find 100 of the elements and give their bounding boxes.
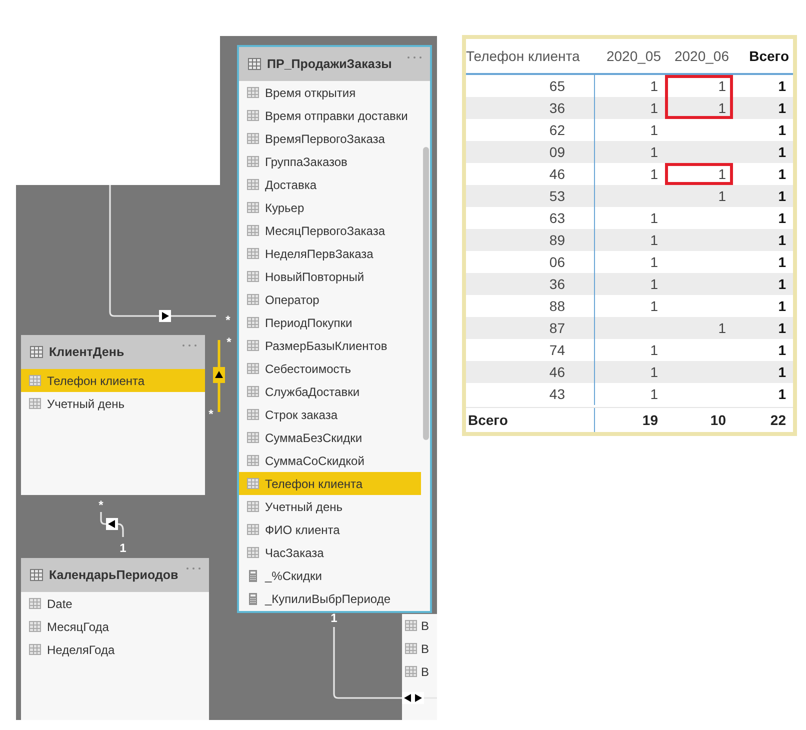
field-row[interactable]: Доставка [239, 173, 421, 196]
table-cell-text: 1 [649, 165, 659, 184]
total-label: Всего [466, 408, 595, 432]
more-options-icon[interactable] [186, 567, 201, 570]
table-icon [248, 58, 261, 70]
table-name: КлиентДень [49, 345, 126, 359]
table-column-icon [29, 398, 41, 409]
field-row[interactable]: ЧасЗаказа [239, 541, 421, 564]
field-row[interactable]: МесяцГода [21, 615, 209, 638]
more-options-icon[interactable] [407, 56, 422, 59]
total-cell-text: 1 [777, 231, 787, 250]
total-cell-text: 1 [777, 99, 787, 118]
table-column-icon [405, 620, 417, 631]
row-header: 46 [466, 361, 595, 383]
row-header: 87 [466, 317, 595, 339]
table-column-icon [247, 87, 259, 98]
cardinality-label: 1 [330, 611, 338, 625]
table-column-icon [247, 340, 259, 351]
column-header[interactable]: Телефон клиента [466, 39, 595, 73]
table-column-icon [247, 202, 259, 213]
table-cell-text: 1 [649, 275, 659, 294]
field-row[interactable]: Курьер [239, 196, 421, 219]
total-cell-text: 1 [777, 143, 787, 162]
column-header[interactable]: 2020_06 [665, 39, 733, 73]
field-row[interactable]: Телефон клиента [21, 369, 205, 392]
table-column-icon [405, 666, 417, 677]
total-cell-text: 1 [777, 121, 787, 140]
field-row[interactable]: В [402, 660, 437, 683]
field-row[interactable]: СуммаСоСкидкой [239, 449, 421, 472]
field-row[interactable]: Учетный день [21, 392, 205, 415]
total-cell-text: 1 [777, 363, 787, 382]
table-cell-text: 1 [649, 363, 659, 382]
total-cell-text: 1 [777, 187, 787, 206]
calculator-icon [247, 592, 259, 604]
field-row[interactable]: Учетный день [239, 495, 421, 518]
table-column-icon [29, 621, 41, 632]
table-card[interactable]: КалендарьПериодов Date МесяцГода НеделяГода [21, 558, 209, 720]
field-row[interactable]: РазмерБазыКлиентов [239, 334, 421, 357]
table-column-icon [247, 386, 259, 397]
cardinality-label: * [226, 313, 230, 327]
table-column-icon [247, 455, 259, 466]
row-header: 09 [466, 141, 595, 163]
field-row[interactable]: Время отправки доставки [239, 104, 421, 127]
table-cell-text: 1 [649, 297, 659, 316]
table-column-icon [247, 248, 259, 259]
field-row[interactable]: Строк заказа [239, 403, 421, 426]
field-row[interactable]: МесяцПервогоЗаказа [239, 219, 421, 242]
table-name: КалендарьПериодов [49, 568, 180, 582]
table-column-icon [247, 179, 259, 190]
column-header[interactable]: 2020_05 [595, 39, 665, 73]
total-cell-text: 1 [777, 319, 787, 338]
cardinality-label: * [208, 407, 214, 421]
table-name: ПР_ПродажиЗаказы [267, 57, 393, 71]
field-row[interactable]: Себестоимость [239, 357, 421, 380]
field-row[interactable]: ВремяПервогоЗаказа [239, 127, 421, 150]
table-column-icon [29, 644, 41, 655]
field-row[interactable]: Date [21, 592, 209, 615]
relationship-connector[interactable] [213, 340, 225, 412]
table-column-icon [247, 225, 259, 236]
row-header: 36 [466, 97, 595, 119]
field-row[interactable]: Телефон клиента [239, 472, 421, 495]
column-header[interactable]: Всего [733, 39, 793, 73]
field-row[interactable]: _КупилиВыбрПериоде [239, 587, 421, 610]
field-row[interactable]: ГруппаЗаказов [239, 150, 421, 173]
total-cell-text: 1 [777, 209, 787, 228]
relationship-connector[interactable] [100, 512, 124, 537]
field-row[interactable]: ФИО клиента [239, 518, 421, 541]
total-cell-text: 1 [777, 341, 787, 360]
table-card[interactable]: КлиентДень Телефон клиента Учетный день [21, 335, 205, 495]
table-cell-text: 1 [649, 231, 659, 250]
scrollbar[interactable] [423, 147, 429, 440]
field-row[interactable]: СлужбаДоставки [239, 380, 421, 403]
more-options-icon[interactable] [182, 344, 197, 347]
table-cell-text: 1 [649, 209, 659, 228]
table-icon [30, 346, 43, 358]
table-column-icon [247, 294, 259, 305]
field-row[interactable]: _%Скидки [239, 564, 421, 587]
row-header: 53 [466, 185, 595, 207]
table-column-icon [247, 547, 259, 558]
field-row[interactable]: В [402, 637, 437, 660]
table-column-icon [247, 409, 259, 420]
field-row[interactable]: СуммаБезСкидки [239, 426, 421, 449]
field-row[interactable]: Оператор [239, 288, 421, 311]
field-row[interactable]: НеделяПервЗаказа [239, 242, 421, 265]
field-row[interactable]: ПериодПокупки [239, 311, 421, 334]
table-card[interactable]: В В В [402, 614, 437, 720]
field-row[interactable]: В [402, 614, 437, 637]
field-row[interactable]: НеделяГода [21, 638, 209, 661]
total-cell-text: 1 [777, 297, 787, 316]
row-header: 43 [466, 383, 595, 405]
table-column-icon [29, 375, 41, 386]
table-card[interactable] [237, 45, 432, 613]
table-icon [30, 569, 43, 581]
field-row[interactable]: НовыйПовторный [239, 265, 421, 288]
table-column-icon [247, 524, 259, 535]
cardinality-label: * [98, 498, 104, 512]
table-column-icon [29, 598, 41, 609]
field-row[interactable]: Время открытия [239, 81, 421, 104]
table-cell-text: 1 [717, 319, 727, 338]
table-cell-text: 1 [717, 187, 727, 206]
